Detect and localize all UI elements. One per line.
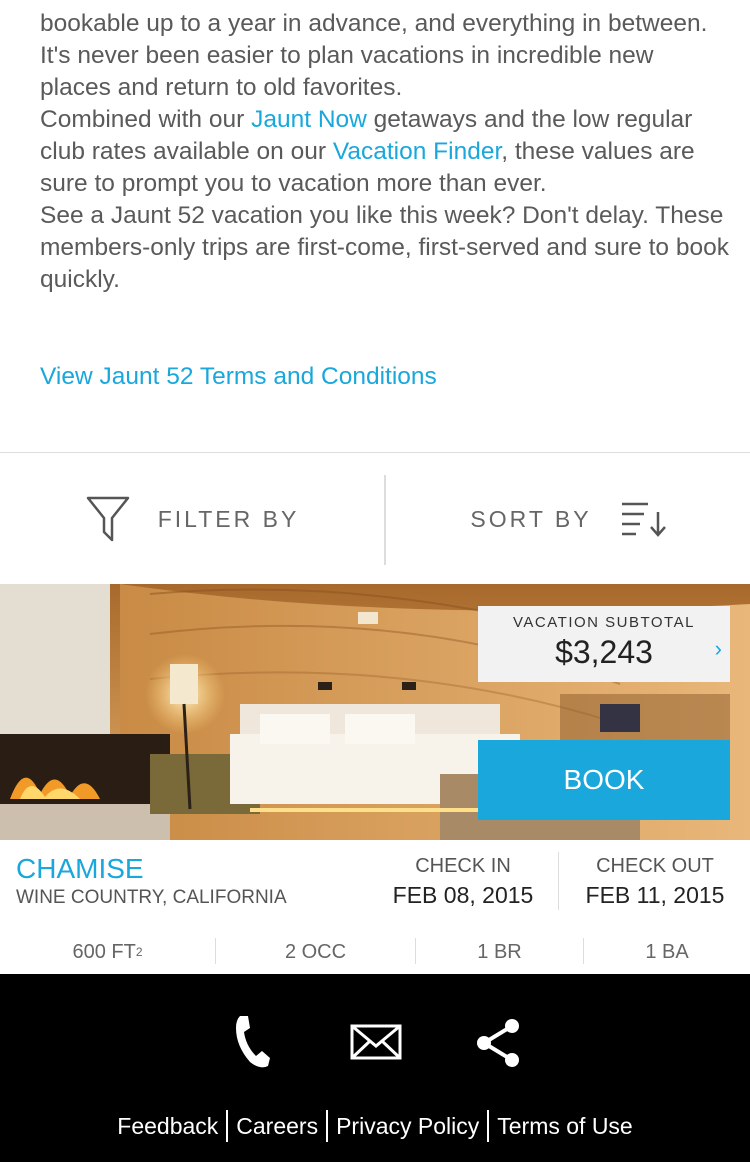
stat-area-value: 600 FT xyxy=(72,940,136,963)
property-location: WINE COUNTRY, CALIFORNIA xyxy=(16,887,287,908)
filter-by-label: FILTER BY xyxy=(157,505,300,532)
jaunt-now-link[interactable]: Jaunt Now xyxy=(251,106,367,133)
phone-icon[interactable] xyxy=(232,1014,272,1070)
intro-paragraph-1: bookable up to a year in advance, and ev… xyxy=(40,10,708,101)
privacy-policy-link[interactable]: Privacy Policy xyxy=(328,1113,487,1140)
stat-bathrooms: 1 BA xyxy=(645,940,689,963)
chevron-right-icon: › xyxy=(714,636,722,661)
filter-funnel-icon xyxy=(86,496,129,542)
terms-conditions-link[interactable]: View Jaunt 52 Terms and Conditions xyxy=(40,361,437,393)
terms-of-use-link[interactable]: Terms of Use xyxy=(489,1113,640,1140)
stat-area-superscript: 2 xyxy=(135,945,143,959)
intro-paragraph-2: Combined with our Jaunt Now getaways and… xyxy=(40,104,730,200)
vacation-subtotal-panel[interactable]: VACATION SUBTOTAL $3,243 › xyxy=(478,606,730,682)
sort-icon xyxy=(621,502,666,537)
check-out-label: CHECK OUT xyxy=(596,855,714,877)
sort-by-label: SORT BY xyxy=(470,505,592,532)
check-in: CHECK IN FEB 08, 2015 xyxy=(368,855,558,909)
intro-paragraph-3: See a Jaunt 52 vacation you like this we… xyxy=(40,202,729,293)
property-stats: 600 FT 2 2 OCC 1 BR 1 BA xyxy=(0,932,750,972)
property-name[interactable]: CHAMISE xyxy=(16,853,144,885)
subtotal-value: $3,243 xyxy=(555,634,653,670)
check-out-date: FEB 11, 2015 xyxy=(585,882,725,908)
stat-area: 600 FT 2 xyxy=(0,932,215,972)
subtotal-label: VACATION SUBTOTAL xyxy=(513,614,695,631)
vacation-finder-link[interactable]: Vacation Finder xyxy=(333,138,501,165)
stat-occupancy: 2 OCC xyxy=(284,940,347,963)
check-in-label: CHECK IN xyxy=(415,855,511,877)
stat-bedrooms: 1 BR xyxy=(477,940,522,963)
sort-by-button[interactable]: SORT BY xyxy=(386,453,750,585)
filter-by-button[interactable]: FILTER BY xyxy=(0,453,385,585)
filter-sort-bar: FILTER BY SORT BY xyxy=(0,452,750,584)
check-out: CHECK OUT FEB 11, 2015 xyxy=(560,855,750,909)
book-button[interactable]: BOOK xyxy=(478,740,730,820)
intro-text-pre: Combined with our xyxy=(40,106,252,133)
feedback-link[interactable]: Feedback xyxy=(109,1113,226,1140)
check-in-date: FEB 08, 2015 xyxy=(392,882,534,908)
share-icon[interactable] xyxy=(474,1018,524,1068)
footer: Feedback Careers Privacy Policy Terms of… xyxy=(0,974,750,1162)
footer-links: Feedback Careers Privacy Policy Terms of… xyxy=(0,1110,750,1142)
mail-icon[interactable] xyxy=(350,1024,402,1060)
intro-text: bookable up to a year in advance, and ev… xyxy=(40,8,730,296)
careers-link[interactable]: Careers xyxy=(228,1113,326,1140)
check-divider xyxy=(558,852,559,910)
